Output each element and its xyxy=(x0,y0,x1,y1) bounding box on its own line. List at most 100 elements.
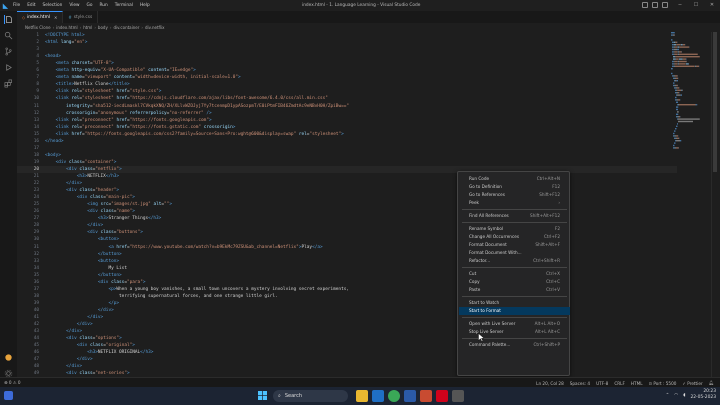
context-item-find-all-references[interactable]: Find All References Shift+Alt+F12 xyxy=(459,212,570,220)
wifi-icon[interactable]: ◠ xyxy=(674,393,678,398)
status-item[interactable]: Spaces: 4 xyxy=(570,381,590,386)
breadcrumb-item[interactable]: index.html xyxy=(56,25,77,30)
explorer-icon[interactable] xyxy=(4,15,13,24)
breadcrumb-item[interactable]: html xyxy=(83,25,92,30)
minimap-line xyxy=(673,82,675,84)
menu-file[interactable]: File xyxy=(13,3,20,8)
status-item[interactable]: HTML xyxy=(631,381,643,386)
tray-chevron-icon[interactable]: ⌃ xyxy=(666,393,670,398)
minimap-line xyxy=(674,65,695,67)
context-item-peek[interactable]: Peek › xyxy=(459,199,570,207)
status-item[interactable]: UTF-8 xyxy=(596,381,608,386)
toggle-panel-icon[interactable] xyxy=(652,2,658,8)
scrollbar-thumb[interactable] xyxy=(713,32,717,172)
minimap-line xyxy=(677,99,680,101)
minimap-line xyxy=(673,46,675,48)
menu-run[interactable]: Run xyxy=(100,3,108,8)
context-item-format-document[interactable]: Format Document Shift+Alt+F xyxy=(459,241,570,249)
taskbar-clock[interactable]: 20:23 22-05-2023 xyxy=(690,389,716,401)
menu-terminal[interactable]: Terminal xyxy=(115,3,133,8)
status-item[interactable]: Ln 20, Col 28 xyxy=(536,381,564,386)
minimap-line xyxy=(674,46,678,48)
breadcrumb-item[interactable]: body xyxy=(98,25,108,30)
status-item[interactable]: ⊙ Port : 5500 xyxy=(649,381,677,386)
context-item-open-with-live-server[interactable]: Open with Live Server Alt+L Alt+O xyxy=(459,320,570,328)
app-icon-4[interactable] xyxy=(404,390,416,402)
widgets-icon[interactable] xyxy=(4,391,13,400)
minimap-line xyxy=(675,41,678,43)
context-item-paste[interactable]: Paste Ctrl+V xyxy=(459,286,570,294)
windows-start-icon[interactable] xyxy=(258,391,267,400)
minimap-line xyxy=(672,53,674,55)
code-token: <div xyxy=(76,195,88,201)
menu-go[interactable]: Go xyxy=(87,3,93,8)
context-item-format-document-with[interactable]: Format Document With... xyxy=(459,249,570,257)
volume-icon[interactable]: ◖ xyxy=(683,393,685,398)
editor-scrollbar[interactable] xyxy=(711,32,717,377)
menu-edit[interactable]: Edit xyxy=(27,3,35,8)
toggle-secondary-sidebar-icon[interactable] xyxy=(662,2,668,8)
tab-index-html[interactable]: ◇ index.html ✕ xyxy=(17,11,64,23)
source-control-icon[interactable] xyxy=(4,47,13,56)
code-token: content xyxy=(113,75,133,81)
maximize-icon[interactable]: ☐ xyxy=(688,0,704,11)
tab-style-css[interactable]: # style.css xyxy=(63,11,99,23)
file-explorer-app-icon[interactable] xyxy=(356,390,368,402)
menu-view[interactable]: View xyxy=(69,3,79,8)
notifications-bell-icon[interactable]: 🔔︎ xyxy=(709,380,714,386)
extensions-icon[interactable] xyxy=(4,79,13,88)
menu-help[interactable]: Help xyxy=(140,3,150,8)
search-icon[interactable] xyxy=(4,31,13,40)
close-tab-icon[interactable]: ✕ xyxy=(54,15,57,20)
minimap-line xyxy=(673,53,675,55)
status-item[interactable]: ✓ Prettier xyxy=(682,381,702,386)
line-number: 49 xyxy=(33,371,39,377)
minimap-line xyxy=(671,68,673,70)
context-item-stop-live-server[interactable]: Stop Live Server Alt+L Alt+C xyxy=(459,328,570,336)
context-item-copy[interactable]: Copy Ctrl+C xyxy=(459,278,570,286)
status-item[interactable]: CRLF xyxy=(614,381,625,386)
app-icon-5[interactable] xyxy=(420,390,432,402)
minimap-line xyxy=(673,41,676,43)
run-debug-icon[interactable] xyxy=(4,63,13,72)
minimap[interactable] xyxy=(671,32,711,182)
context-item-go-to-references[interactable]: Go to References Shift+F12 xyxy=(459,191,570,199)
context-item-run-code[interactable]: Run Code Ctrl+Alt+N xyxy=(459,175,570,183)
minimize-icon[interactable]: ─ xyxy=(672,0,688,11)
minimap-line xyxy=(675,99,676,101)
chrome-app-icon[interactable] xyxy=(388,390,400,402)
context-item-cut[interactable]: Cut Ctrl+X xyxy=(459,270,570,278)
breadcrumb-item[interactable]: Netflix Clone xyxy=(25,25,51,30)
close-window-icon[interactable]: ✕ xyxy=(704,0,720,11)
code-token: <img xyxy=(87,202,98,208)
code-token: <button> xyxy=(97,258,120,264)
context-item-command-palette[interactable]: Command Palette... Ctrl+Shift+P xyxy=(459,341,570,349)
code-token: </title> xyxy=(108,82,130,88)
context-item-refactor[interactable]: Refactor... Ctrl+Shift+R xyxy=(459,257,570,265)
minimap-line xyxy=(673,65,675,67)
menu-selection[interactable]: Selection xyxy=(43,3,63,8)
code-token: <link xyxy=(55,89,69,95)
context-item-change-all-occurrences[interactable]: Change All Occurrences Ctrl+F2 xyxy=(459,233,570,241)
code-line[interactable]: 49 <div class="net-series"> xyxy=(17,370,677,377)
breadcrumb-item[interactable]: div.netflix xyxy=(145,25,165,30)
accounts-icon[interactable] xyxy=(4,347,13,361)
context-item-start-to-format[interactable]: Start to Format xyxy=(459,307,570,315)
app-icon-7[interactable] xyxy=(452,390,464,402)
app-icon-6[interactable] xyxy=(436,390,448,402)
context-item-label: Rename Symbol xyxy=(469,226,504,231)
vscode-app-icon[interactable] xyxy=(372,390,384,402)
context-item-start-to-watch[interactable]: Start to Watch xyxy=(459,299,570,307)
context-item-go-to-definition[interactable]: Go to Definition F12 xyxy=(459,183,570,191)
context-item-rename-symbol[interactable]: Rename Symbol F2 xyxy=(459,225,570,233)
manage-gear-icon[interactable] xyxy=(4,363,13,378)
code-token: </div> xyxy=(87,315,104,320)
toggle-sidebar-icon[interactable] xyxy=(642,2,648,8)
taskbar-search[interactable]: ⌕ Search xyxy=(273,390,348,402)
status-problems[interactable]: ⊗ 0 ⚠ 0 xyxy=(4,380,21,385)
context-item-label: Open with Live Server xyxy=(469,321,516,326)
code-token: "netflix" xyxy=(95,166,120,172)
breadcrumb-item[interactable]: div.container xyxy=(113,25,139,30)
code-editor[interactable]: 1 <!DOCTYPE html> 2 <html lang="en"> 3 4 <head… xyxy=(17,32,677,377)
